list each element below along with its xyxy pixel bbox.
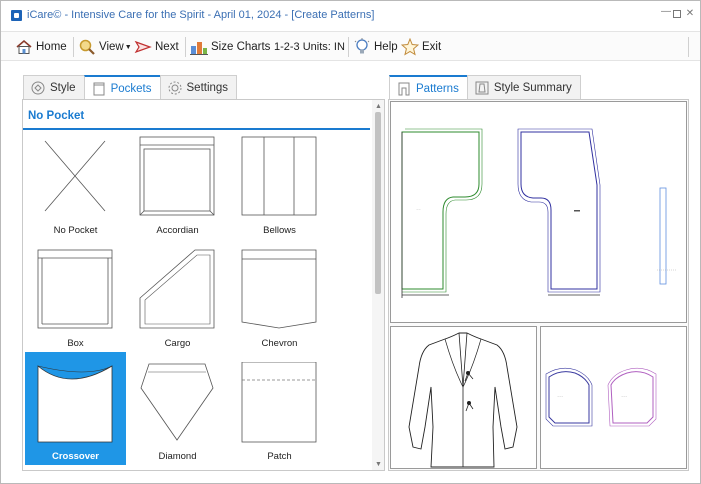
svg-text:.........: ......... (621, 395, 628, 398)
chevron-thumbnail (241, 249, 317, 329)
home-icon (15, 38, 33, 56)
gear-icon (168, 81, 181, 94)
exit-button[interactable]: Exit (400, 35, 442, 59)
svg-text:.........: ......... (557, 395, 564, 398)
pocket-option-box[interactable]: Box (25, 248, 126, 361)
scroll-up-icon[interactable]: ▲ (375, 103, 382, 110)
help-bulb-icon (353, 38, 371, 56)
tab-pockets-label: Pockets (110, 82, 152, 95)
help-label: Help (374, 41, 398, 53)
app-logo-icon (11, 10, 22, 21)
scroll-down-icon[interactable]: ▼ (375, 461, 382, 468)
pocket-option-no-pocket[interactable]: No Pocket (25, 135, 126, 248)
pattern-preview[interactable]: ....... (390, 101, 687, 323)
units-indicator[interactable]: 1-2-3 Units: IN (274, 41, 345, 53)
style-icon (31, 81, 45, 94)
home-label: Home (36, 41, 67, 53)
app-window: iCare© - Intensive Care for the Spirit -… (0, 0, 701, 484)
diamond-thumbnail (140, 363, 214, 441)
maximize-icon[interactable] (672, 9, 682, 19)
box-thumbnail (37, 249, 113, 329)
pocket-option-accordian[interactable]: Accordian (127, 135, 228, 248)
window-title: iCare© - Intensive Care for the Spirit -… (27, 9, 375, 21)
right-tab-strip: Patterns Style Summary (389, 75, 581, 100)
tab-pockets[interactable]: Pockets (83, 75, 161, 100)
close-icon[interactable]: ✕ (685, 9, 695, 19)
toolbar-divider (688, 37, 689, 57)
title-bar: iCare© - Intensive Care for the Spirit -… (1, 1, 700, 29)
pocket-option-cargo[interactable]: Cargo (127, 248, 228, 361)
pocket-label: Crossover (52, 451, 99, 462)
svg-text:.......: ....... (416, 208, 421, 211)
exit-label: Exit (422, 41, 442, 53)
next-arrow-icon (134, 38, 152, 56)
pocket-pattern-preview[interactable]: ......... ......... (540, 326, 687, 469)
panel-header: No Pocket (28, 110, 85, 122)
exit-star-icon (400, 37, 420, 56)
tab-style-summary-label: Style Summary (493, 81, 572, 94)
pocket-label: Diamond (158, 451, 197, 462)
toolbar: Home View ▼ Next Size Charts 1-2-3 Units… (1, 31, 700, 61)
tab-patterns-label: Patterns (416, 82, 459, 95)
pocket-icon (93, 82, 105, 95)
tab-style-label: Style (50, 81, 76, 94)
tab-style[interactable]: Style (23, 75, 85, 99)
help-button[interactable]: Help (353, 35, 398, 59)
summary-icon (475, 81, 489, 94)
tab-settings-label: Settings (186, 81, 229, 94)
left-tab-strip: Style Pockets Settings (23, 75, 238, 100)
cargo-thumbnail (139, 249, 215, 329)
garment-sketch[interactable] (390, 326, 537, 469)
magnifier-icon (78, 38, 96, 56)
view-label: View (99, 41, 124, 53)
next-button[interactable]: Next (134, 35, 179, 59)
pocket-option-crossover[interactable]: Crossover (25, 352, 126, 465)
jacket-sketch-drawing (408, 332, 518, 468)
pocket-gallery-panel: No Pocket No Pocket Accordian Bellows Bo… (22, 99, 385, 471)
patch-thumbnail (241, 362, 317, 443)
crossover-thumbnail (37, 365, 113, 443)
no-pocket-thumbnail (44, 140, 106, 212)
pocket-option-patch[interactable]: Patch (229, 352, 330, 465)
size-charts-icon (190, 38, 208, 56)
pocket-option-diamond[interactable]: Diamond (127, 352, 228, 465)
chevron-down-icon: ▼ (124, 43, 132, 51)
pocket-label: Patch (267, 451, 292, 462)
home-button[interactable]: Home (15, 35, 67, 59)
size-charts-button[interactable]: Size Charts (190, 35, 270, 59)
pocket-label: No Pocket (53, 225, 98, 236)
pocket-label: Chevron (261, 338, 298, 349)
pattern-pieces-drawing: ....... (401, 128, 677, 298)
toolbar-divider (185, 37, 186, 57)
pocket-label: Box (67, 338, 84, 349)
next-label: Next (155, 41, 179, 53)
minimize-icon[interactable]: — (661, 7, 671, 17)
size-charts-label: Size Charts (211, 41, 271, 53)
toolbar-divider (348, 37, 349, 57)
toolbar-divider (73, 37, 74, 57)
tab-patterns[interactable]: Patterns (389, 75, 468, 100)
pocket-option-bellows[interactable]: Bellows (229, 135, 330, 248)
pocket-label: Cargo (164, 338, 191, 349)
pocket-label: Bellows (263, 225, 296, 236)
header-divider (23, 128, 370, 130)
patterns-icon (398, 82, 410, 95)
pocket-label: Accordian (156, 225, 199, 236)
scroll-thumb[interactable] (375, 112, 381, 294)
tab-style-summary[interactable]: Style Summary (466, 75, 581, 99)
pocket-pattern-drawing: ......... ......... (545, 367, 657, 427)
view-button[interactable]: View ▼ (78, 35, 132, 59)
bellows-thumbnail (241, 136, 317, 216)
pocket-option-chevron[interactable]: Chevron (229, 248, 330, 361)
accordian-thumbnail (139, 136, 215, 216)
vertical-scrollbar[interactable]: ▲ ▼ (372, 100, 384, 470)
tab-settings[interactable]: Settings (159, 75, 238, 99)
